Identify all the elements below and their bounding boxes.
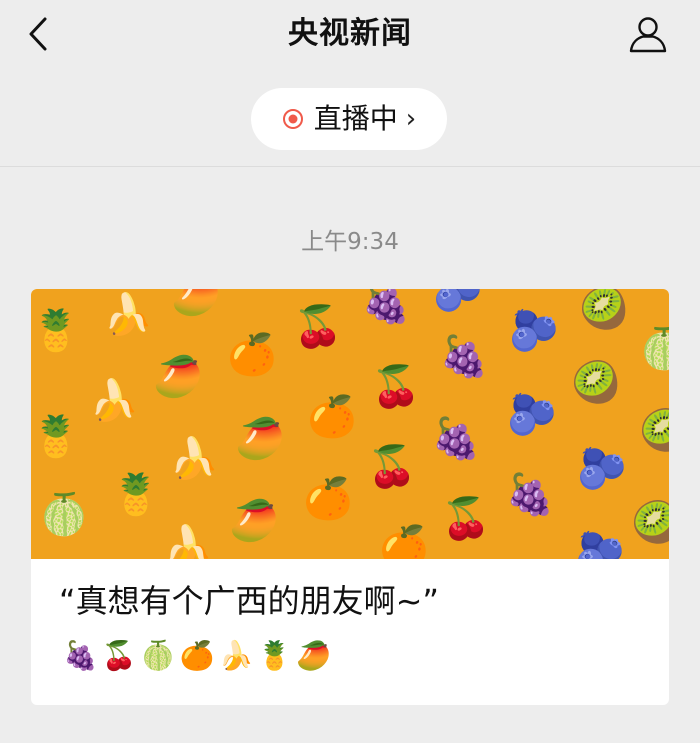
kiwi-icon: 🥝 (631, 500, 669, 546)
cherries-icon: 🍒 (293, 304, 343, 350)
banana-icon: 🍌 (163, 524, 213, 559)
page-title: 央视新闻 (288, 16, 412, 51)
banana-icon: 🍌 (169, 436, 219, 482)
kiwi-icon: 🥝 (639, 408, 669, 454)
live-label: 直播中 (313, 102, 398, 135)
blueberries-icon: 🫐 (577, 446, 627, 492)
banana-icon: 🍌 (89, 378, 139, 424)
tangerine-icon: 🍊 (379, 524, 429, 559)
blueberries-icon: 🫐 (433, 289, 483, 314)
cherries-icon: 🍒 (441, 496, 491, 542)
profile-button[interactable] (626, 12, 670, 56)
mango-icon: 🥭 (235, 416, 285, 462)
chevron-right-icon: › (405, 104, 417, 134)
cherries-icon: 🍒 (367, 444, 417, 490)
mango-icon: 🥭 (229, 498, 279, 544)
grapes-icon: 🍇 (361, 289, 411, 326)
kiwi-icon: 🥝 (571, 360, 621, 406)
article-title: “真想有个广西的朋友啊~” (59, 582, 439, 620)
mango-icon: 🥭 (171, 289, 221, 318)
tangerine-icon: 🍊 (303, 476, 353, 522)
live-record-dot-icon (282, 109, 303, 129)
mango-icon: 🥭 (153, 354, 203, 400)
message-timestamp: 上午9:34 (301, 229, 399, 255)
top-navigation-bar: 央视新闻 (0, 0, 700, 75)
fruit-emoji-row: 🍇🍒🍈🍊🍌🍍🥭 (63, 639, 336, 672)
grapes-icon: 🍇 (431, 416, 481, 462)
tangerine-icon: 🍊 (307, 394, 357, 440)
pineapple-icon: 🍍 (31, 414, 81, 460)
kiwi-icon: 🥝 (579, 289, 629, 332)
cherries-icon: 🍒 (371, 364, 421, 410)
user-profile-icon (629, 17, 667, 53)
banana-icon: 🍌 (103, 292, 153, 338)
grapes-icon: 🍇 (439, 334, 489, 380)
blueberries-icon: 🫐 (509, 308, 559, 354)
live-broadcast-button[interactable]: 直播中 › (251, 88, 447, 150)
melon-icon: 🍈 (639, 326, 669, 372)
header-divider (0, 166, 700, 167)
pineapple-icon: 🍍 (111, 472, 161, 518)
grapes-icon: 🍇 (505, 472, 555, 518)
blueberries-icon: 🫐 (507, 392, 557, 438)
tangerine-icon: 🍊 (227, 332, 277, 378)
blueberries-icon: 🫐 (575, 530, 625, 559)
pineapple-icon: 🍍 (31, 308, 81, 354)
melon-icon: 🍈 (39, 492, 89, 538)
article-card[interactable]: 🍍 🍌 🥭 🍒 🍇 🫐 🫐 🥝 🍈 🥭 🍊 🍒 🍇 🥝 🍌 🍍 🍌 🥭 🍊 🍒 … (31, 289, 669, 705)
article-cover-image: 🍍 🍌 🥭 🍒 🍇 🫐 🫐 🥝 🍈 🥭 🍊 🍒 🍇 🥝 🍌 🍍 🍌 🥭 🍊 🍒 … (31, 289, 669, 559)
